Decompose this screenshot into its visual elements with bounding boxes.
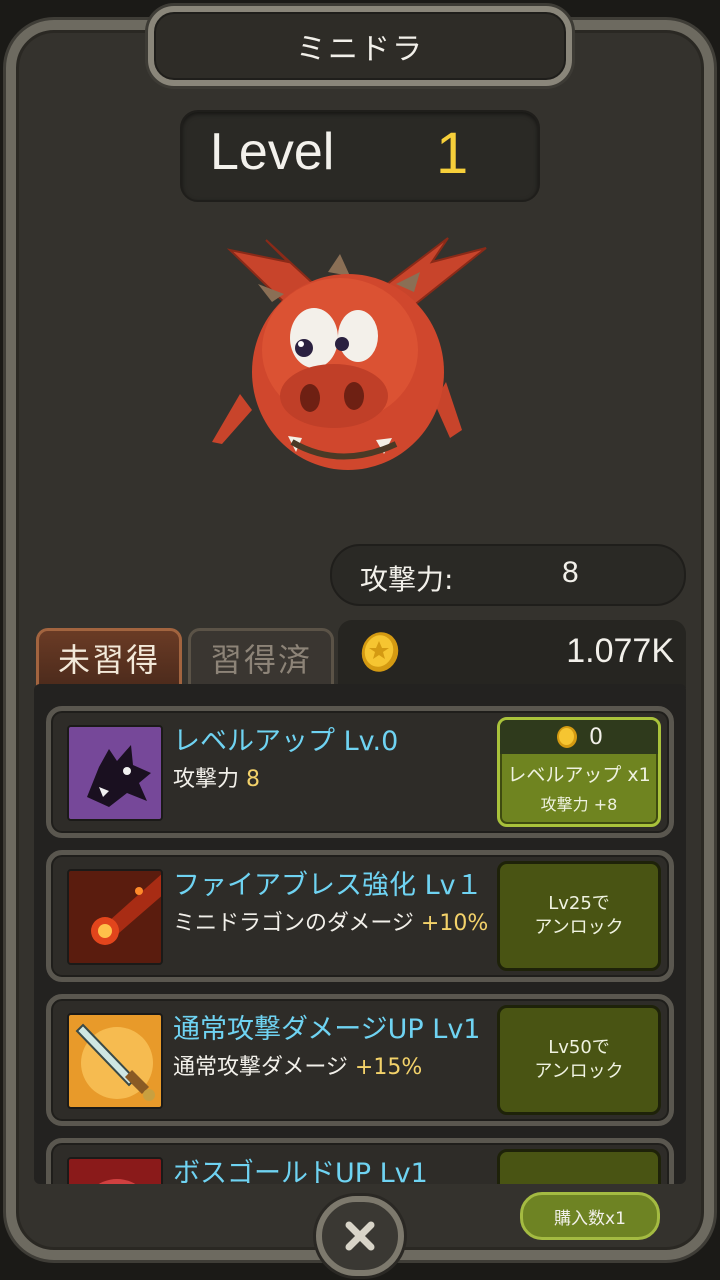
gold-display: 1.077K (338, 620, 686, 688)
levelup-cost: 0 (589, 724, 603, 750)
levelup-button-effect: 攻撃力 +8 (540, 795, 618, 814)
skill-name: ボスゴールドUP Lv1 (173, 1158, 428, 1184)
skill-card-boss-gold: ボスゴールドUP Lv1 (46, 1138, 674, 1184)
skill-desc-text: ミニドラゴンのダメージ (173, 911, 421, 936)
close-icon (345, 1221, 375, 1251)
skill-description: 通常攻撃ダメージ +15% (173, 1053, 493, 1083)
attack-value: 8 (562, 556, 579, 589)
unlock-label: アンロック (534, 1061, 624, 1082)
skill-description: 攻撃力 8 (173, 765, 493, 795)
gold-coin-icon (557, 726, 577, 748)
skill-name: レベルアップ Lv.0 (173, 726, 399, 757)
gold-coin-icon (361, 632, 399, 672)
skill-name: 通常攻撃ダメージUP Lv1 (173, 1014, 481, 1045)
levelup-button-label: レベルアップ x1 (507, 764, 651, 786)
tab-unlearned[interactable]: 未習得 (36, 628, 182, 688)
unlock-at-lv50-button[interactable]: Lv50で アンロック (497, 1005, 661, 1115)
character-name: ミニドラ (296, 32, 424, 67)
skill-list[interactable]: レベルアップ Lv.0 攻撃力 8 0 レベルアップ x1 攻撃力 +8 ファイ… (34, 684, 686, 1184)
gold-amount: 1.077K (566, 632, 674, 670)
unlock-level-text: Lv50で (548, 1037, 610, 1058)
levelup-button[interactable]: 0 レベルアップ x1 攻撃力 +8 (497, 717, 661, 827)
close-button[interactable] (316, 1196, 404, 1276)
unlock-level-text: Lv25で (548, 893, 610, 914)
skill-card-fire-breath: ファイアブレス強化 Lv１ ミニドラゴンのダメージ +10% Lv25で アンロ… (46, 850, 674, 982)
level-label: Level (210, 123, 335, 181)
skill-name: ファイアブレス強化 Lv１ (173, 870, 483, 901)
attack-stat-box: 攻撃力: 8 (330, 544, 686, 606)
skill-card-normal-attack: 通常攻撃ダメージUP Lv1 通常攻撃ダメージ +15% Lv50で アンロック (46, 994, 674, 1126)
sword-slash-icon (67, 1013, 163, 1109)
skill-card-levelup: レベルアップ Lv.0 攻撃力 8 0 レベルアップ x1 攻撃力 +8 (46, 706, 674, 838)
skill-desc-text: 通常攻撃ダメージ (173, 1055, 355, 1080)
level-value: 1 (436, 121, 469, 186)
purchase-quantity-button[interactable]: 購入数x1 (520, 1192, 660, 1240)
boss-gold-icon (67, 1157, 163, 1184)
skill-description: ミニドラゴンのダメージ +10% (173, 909, 493, 939)
fire-breath-icon (67, 869, 163, 965)
skill-desc-text: 攻撃力 (173, 767, 246, 792)
attack-label: 攻撃力: (360, 563, 454, 596)
tab-learned[interactable]: 習得済 (188, 628, 334, 688)
mini-dragon-character-image (212, 237, 487, 470)
skill-desc-value: +10% (420, 911, 489, 936)
level-box: Level 1 (180, 110, 540, 202)
unlock-label: アンロック (534, 917, 624, 938)
skill-desc-value: +15% (354, 1055, 423, 1080)
character-title-bar: ミニドラ (148, 6, 572, 86)
levelup-cost-row: 0 (500, 720, 658, 754)
unlock-at-lv25-button[interactable]: Lv25で アンロック (497, 861, 661, 971)
skill-desc-value: 8 (246, 767, 260, 792)
boss-gold-button[interactable] (497, 1149, 661, 1184)
dark-wolf-icon (67, 725, 163, 821)
